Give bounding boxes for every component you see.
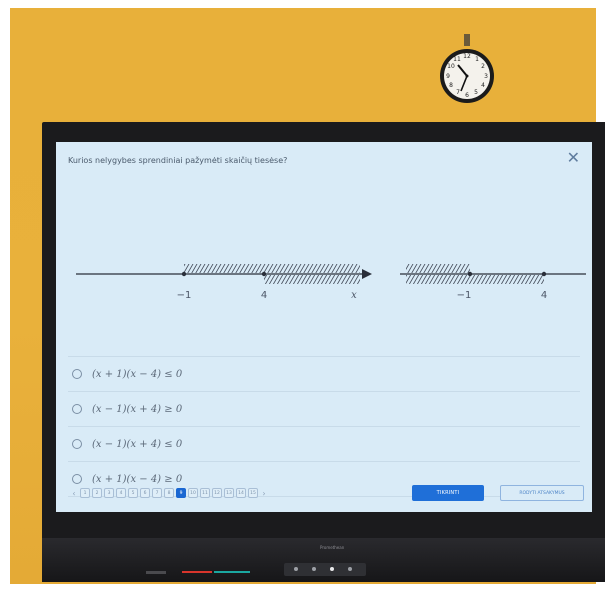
line2-point-minus1: −1: [457, 290, 472, 301]
radio-icon[interactable]: [72, 404, 82, 414]
close-icon[interactable]: ✕: [567, 150, 580, 166]
svg-text:10: 10: [447, 63, 455, 70]
tv-button-icon[interactable]: [348, 567, 352, 571]
svg-text:5: 5: [474, 89, 478, 96]
check-button[interactable]: TIKRINTI: [412, 485, 484, 501]
option-label: (x − 1)(x + 4) ≤ 0: [92, 438, 183, 450]
wall-clock-icon: 12 1 2 3 4 5 6 7 8 9 10 11: [438, 34, 496, 110]
page-4[interactable]: 4: [116, 488, 126, 498]
tv-bezel-bottom: Promethean: [42, 538, 605, 582]
radio-icon[interactable]: [72, 474, 82, 484]
show-answers-button[interactable]: RODYTI ATSAKYMUS: [500, 485, 584, 501]
tv-button-icon[interactable]: [312, 567, 316, 571]
page-11[interactable]: 11: [200, 488, 210, 498]
option-3[interactable]: (x − 1)(x + 4) ≤ 0: [68, 426, 580, 461]
page-2[interactable]: 2: [92, 488, 102, 498]
line1-point-4: 4: [261, 290, 267, 301]
svg-text:6: 6: [465, 92, 469, 99]
page-1[interactable]: 1: [80, 488, 90, 498]
page-7[interactable]: 7: [152, 488, 162, 498]
page-6[interactable]: 6: [140, 488, 150, 498]
screen: Kurios nelygybes sprendiniai pažymėti sk…: [56, 142, 592, 512]
number-line-2: −1 4: [400, 264, 586, 301]
page-8[interactable]: 8: [164, 488, 174, 498]
svg-text:7: 7: [456, 89, 460, 96]
page-3[interactable]: 3: [104, 488, 114, 498]
line2-point-4: 4: [541, 290, 547, 301]
svg-text:11: 11: [453, 56, 461, 63]
number-lines: −1 4 x −1 4: [66, 212, 586, 322]
power-icon[interactable]: [330, 567, 334, 571]
svg-text:4: 4: [481, 82, 485, 89]
svg-text:12: 12: [463, 53, 471, 60]
svg-text:9: 9: [446, 73, 450, 80]
line1-point-minus1: −1: [177, 290, 192, 301]
page-14[interactable]: 14: [236, 488, 246, 498]
answer-options: (x + 1)(x − 4) ≤ 0 (x − 1)(x + 4) ≥ 0 (x…: [68, 356, 580, 497]
svg-text:8: 8: [449, 82, 453, 89]
svg-text:3: 3: [484, 73, 488, 80]
page-9-active[interactable]: 9: [176, 488, 186, 498]
page-15[interactable]: 15: [248, 488, 258, 498]
tv-brand-label: Promethean: [320, 545, 345, 550]
interactive-display: Kurios nelygybes sprendiniai pažymėti sk…: [42, 122, 605, 582]
page-10[interactable]: 10: [188, 488, 198, 498]
prev-page-icon[interactable]: ‹: [70, 489, 78, 498]
tv-control-bar[interactable]: [284, 563, 366, 576]
radio-icon[interactable]: [72, 369, 82, 379]
number-line-1: −1 4 x: [76, 264, 372, 301]
option-2[interactable]: (x − 1)(x + 4) ≥ 0: [68, 391, 580, 426]
pagination: ‹ 1 2 3 4 5 6 7 8 9 10 11 12 13 14 15 ›: [70, 487, 268, 499]
next-page-icon[interactable]: ›: [260, 489, 268, 498]
page-13[interactable]: 13: [224, 488, 234, 498]
tv-logo-strip: [146, 571, 166, 574]
option-label: (x + 1)(x − 4) ≤ 0: [92, 368, 183, 380]
option-label: (x + 1)(x − 4) ≥ 0: [92, 473, 183, 485]
status-led-red: [182, 571, 212, 573]
page-5[interactable]: 5: [128, 488, 138, 498]
svg-text:2: 2: [481, 63, 485, 70]
status-led-teal: [214, 571, 250, 573]
option-label: (x − 1)(x + 4) ≥ 0: [92, 403, 183, 415]
option-1[interactable]: (x + 1)(x − 4) ≤ 0: [68, 356, 580, 391]
tv-button-icon[interactable]: [294, 567, 298, 571]
svg-text:1: 1: [475, 56, 479, 63]
question-text: Kurios nelygybes sprendiniai pažymėti sk…: [68, 156, 288, 165]
radio-icon[interactable]: [72, 439, 82, 449]
page-12[interactable]: 12: [212, 488, 222, 498]
line1-variable: x: [351, 290, 357, 301]
